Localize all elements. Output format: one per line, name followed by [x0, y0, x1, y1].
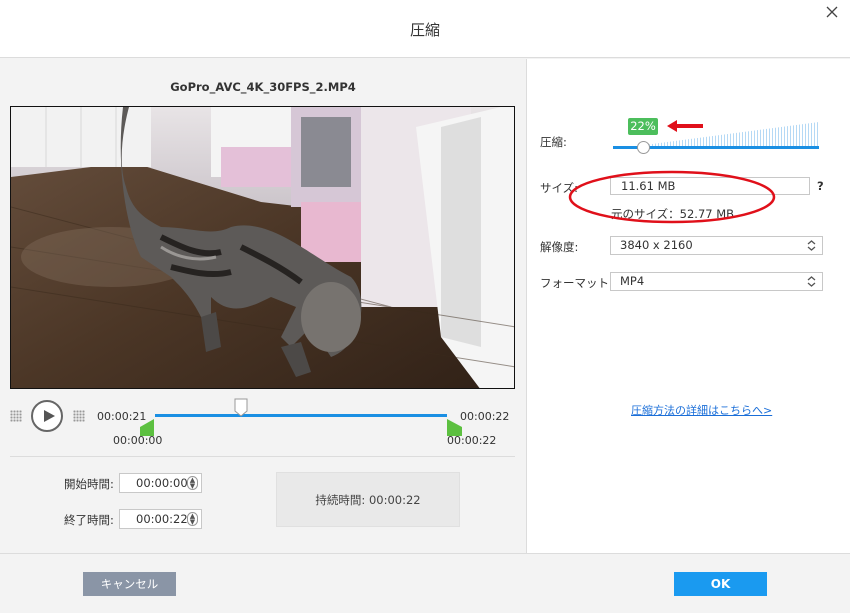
divider: [10, 456, 515, 457]
play-icon: [44, 410, 55, 422]
trim-end-handle[interactable]: [447, 419, 462, 436]
start-time-value: 00:00:00: [136, 476, 188, 490]
resolution-label: 解像度:: [540, 240, 579, 254]
compression-percent-badge: 22%: [628, 118, 658, 135]
end-time-stepper[interactable]: 00:00:22 ▲ ▼: [119, 509, 202, 529]
preview-panel: GoPro_AVC_4K_30FPS_2.MP4 00:00:21 00:00:…: [0, 59, 526, 553]
format-label: フォーマット:: [540, 276, 613, 290]
video-preview[interactable]: [10, 106, 515, 389]
chevron-updown-icon: [807, 240, 816, 251]
end-time-value: 00:00:22: [136, 512, 188, 526]
resolution-value: 3840 x 2160: [620, 238, 693, 252]
compress-label: 圧縮:: [540, 135, 567, 149]
current-time: 00:00:21: [97, 410, 147, 423]
compression-slider-thumb[interactable]: [637, 141, 650, 154]
end-time-label: 終了時間:: [64, 513, 114, 527]
trim-start-handle[interactable]: [140, 419, 155, 436]
drag-grip-icon: [73, 410, 85, 422]
drag-grip-icon: [10, 410, 22, 422]
format-value: MP4: [620, 274, 645, 288]
total-time: 00:00:22: [460, 410, 510, 423]
video-frame-image: [11, 107, 514, 388]
timeline-track[interactable]: [155, 414, 447, 417]
help-icon[interactable]: ?: [817, 179, 824, 193]
stepper-arrows-icon[interactable]: ▲ ▼: [187, 512, 198, 526]
stepper-arrows-icon[interactable]: ▲ ▼: [187, 476, 198, 490]
settings-panel: 圧縮: 22% サイズ: 11.61 MB ? 元のサイズ：52.77 MB 解…: [526, 59, 850, 553]
annotation-ellipse: [568, 170, 776, 224]
chevron-updown-icon: [807, 276, 816, 287]
playhead-handle[interactable]: [234, 398, 248, 417]
play-button[interactable]: [31, 400, 63, 432]
video-filename: GoPro_AVC_4K_30FPS_2.MP4: [170, 80, 356, 94]
dialog-footer: キャンセル OK: [0, 553, 850, 613]
ok-button[interactable]: OK: [674, 572, 767, 596]
cancel-button[interactable]: キャンセル: [83, 572, 176, 596]
annotation-arrow-icon: [667, 120, 703, 132]
start-time-label: 開始時間:: [64, 477, 114, 491]
duration-display: 持続時間: 00:00:22: [276, 472, 460, 527]
duration-value: 00:00:22: [368, 493, 421, 507]
start-time-stepper[interactable]: 00:00:00 ▲ ▼: [119, 473, 202, 493]
dialog-title: 圧縮: [409, 21, 440, 39]
resolution-select[interactable]: 3840 x 2160: [610, 236, 823, 255]
dialog-titlebar: 圧縮: [0, 0, 850, 58]
close-icon[interactable]: [824, 4, 840, 20]
duration-label: 持続時間:: [315, 493, 366, 507]
compression-details-link[interactable]: 圧縮方法の詳細はこちらへ>: [631, 402, 772, 418]
format-select[interactable]: MP4: [610, 272, 823, 291]
